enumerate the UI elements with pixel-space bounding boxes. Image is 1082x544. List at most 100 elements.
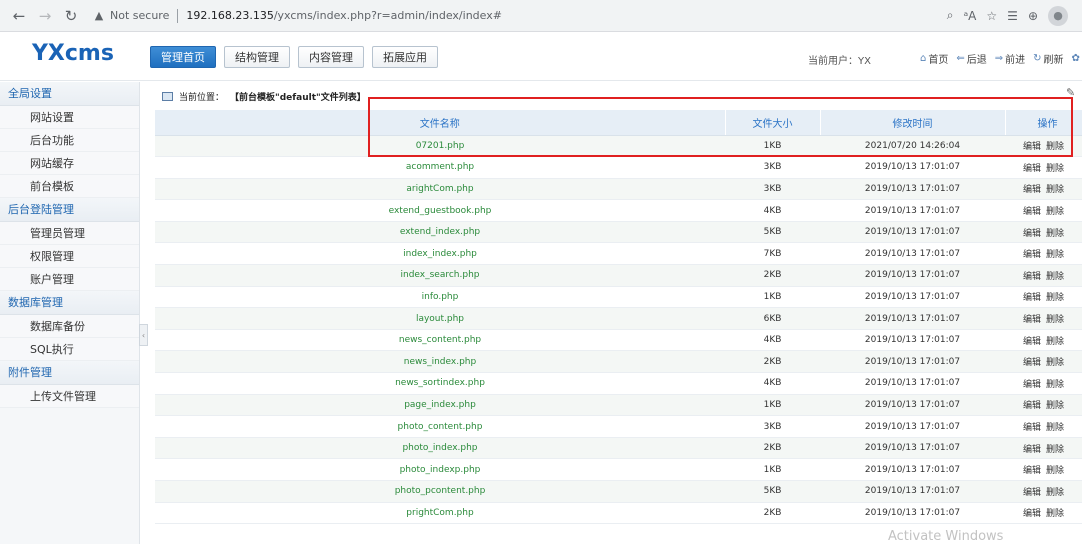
reload-icon[interactable]: ↻ bbox=[58, 3, 84, 29]
edit-link[interactable]: 编辑 bbox=[1023, 380, 1041, 390]
sidebar-collapse-handle[interactable]: ‹ bbox=[139, 324, 148, 346]
home-link[interactable]: ⌂ 首页 bbox=[920, 51, 948, 66]
delete-link[interactable]: 删除 bbox=[1046, 337, 1064, 347]
file-name[interactable]: layout.php bbox=[155, 307, 725, 330]
edit-link[interactable]: 编辑 bbox=[1023, 272, 1041, 282]
logo[interactable]: YXcms bbox=[32, 41, 114, 66]
file-name[interactable]: news_content.php bbox=[155, 329, 725, 352]
edit-link[interactable]: 编辑 bbox=[1023, 358, 1041, 368]
delete-link[interactable]: 删除 bbox=[1046, 358, 1064, 368]
tab-home[interactable]: 管理首页 bbox=[150, 46, 216, 68]
sidebar-group-database[interactable]: 数据库管理 bbox=[0, 291, 139, 315]
delete-link[interactable]: 删除 bbox=[1046, 423, 1064, 433]
edit-link[interactable]: 编辑 bbox=[1023, 293, 1041, 303]
delete-link[interactable]: 删除 bbox=[1046, 293, 1064, 303]
reading-list-icon[interactable]: ☰ bbox=[1007, 9, 1018, 23]
file-actions: 编辑 删除 bbox=[1005, 350, 1082, 374]
file-actions: 编辑 删除 bbox=[1005, 307, 1082, 330]
address-bar[interactable]: ▲ Not secure 192.168.23.135/yxcms/index.… bbox=[92, 4, 947, 28]
delete-link[interactable]: 删除 bbox=[1046, 315, 1064, 325]
sidebar-item-backend-functions[interactable]: 后台功能 bbox=[0, 129, 139, 152]
delete-link[interactable]: 删除 bbox=[1046, 185, 1064, 195]
file-size: 3KB bbox=[725, 156, 820, 179]
edit-link[interactable]: 编辑 bbox=[1023, 445, 1041, 455]
edit-link[interactable]: 编辑 bbox=[1023, 250, 1041, 260]
file-modified-time: 2019/10/13 17:01:07 bbox=[820, 156, 1005, 179]
forward-label: 前进 bbox=[1005, 55, 1026, 66]
file-name[interactable]: photo_content.php bbox=[155, 415, 725, 438]
file-name[interactable]: extend_guestbook.php bbox=[155, 199, 725, 222]
tab-content[interactable]: 内容管理 bbox=[298, 46, 364, 68]
file-name[interactable]: info.php bbox=[155, 286, 725, 309]
warning-icon[interactable]: ▲ bbox=[92, 9, 106, 23]
tab-structure[interactable]: 结构管理 bbox=[224, 46, 290, 68]
edit-link[interactable]: 编辑 bbox=[1023, 207, 1041, 217]
file-name[interactable]: photo_pcontent.php bbox=[155, 480, 725, 503]
file-name[interactable]: news_sortindex.php bbox=[155, 372, 725, 395]
forward-arrow-icon[interactable]: → bbox=[32, 3, 58, 29]
delete-link[interactable]: 删除 bbox=[1046, 445, 1064, 455]
tab-extensions[interactable]: 拓展应用 bbox=[372, 46, 438, 68]
edit-link[interactable]: 编辑 bbox=[1023, 315, 1041, 325]
delete-link[interactable]: 删除 bbox=[1046, 229, 1064, 239]
sidebar-item-frontend-templates[interactable]: 前台模板 bbox=[0, 175, 139, 198]
file-name[interactable]: photo_indexp.php bbox=[155, 458, 725, 481]
location-icon bbox=[162, 92, 173, 101]
refresh-link[interactable]: ↻ 刷新 bbox=[1033, 51, 1063, 66]
edit-link[interactable]: 编辑 bbox=[1023, 401, 1041, 411]
sidebar-item-site-cache[interactable]: 网站缓存 bbox=[0, 152, 139, 175]
file-modified-time: 2019/10/13 17:01:07 bbox=[820, 242, 1005, 266]
file-size: 1KB bbox=[725, 458, 820, 481]
delete-link[interactable]: 删除 bbox=[1046, 466, 1064, 476]
sidebar-item-database-backup[interactable]: 数据库备份 bbox=[0, 315, 139, 338]
settings-icon[interactable]: ✿ bbox=[1072, 51, 1080, 66]
file-actions: 编辑 删除 bbox=[1005, 264, 1082, 287]
favorite-star-icon[interactable]: ☆ bbox=[986, 9, 997, 23]
edit-link[interactable]: 编辑 bbox=[1023, 164, 1041, 174]
sidebar-group-backend-login[interactable]: 后台登陆管理 bbox=[0, 198, 139, 222]
delete-link[interactable]: 删除 bbox=[1046, 164, 1064, 174]
delete-link[interactable]: 删除 bbox=[1046, 509, 1064, 519]
sidebar-item-sql-execute[interactable]: SQL执行 bbox=[0, 338, 139, 361]
sidebar-item-account-management[interactable]: 账户管理 bbox=[0, 268, 139, 291]
delete-link[interactable]: 删除 bbox=[1046, 272, 1064, 282]
edit-link[interactable]: 编辑 bbox=[1023, 337, 1041, 347]
file-name[interactable]: photo_index.php bbox=[155, 437, 725, 460]
file-name[interactable]: acomment.php bbox=[155, 156, 725, 179]
edit-link[interactable]: 编辑 bbox=[1023, 185, 1041, 195]
highlight-box bbox=[368, 97, 1073, 157]
delete-link[interactable]: 删除 bbox=[1046, 380, 1064, 390]
translate-icon[interactable]: ᵃA bbox=[963, 9, 976, 23]
sidebar-group-attachments[interactable]: 附件管理 bbox=[0, 361, 139, 385]
edit-link[interactable]: 编辑 bbox=[1023, 466, 1041, 476]
edit-link[interactable]: 编辑 bbox=[1023, 509, 1041, 519]
delete-link[interactable]: 删除 bbox=[1046, 207, 1064, 217]
file-name[interactable]: extend_index.php bbox=[155, 221, 725, 244]
collections-icon[interactable]: ⊕ bbox=[1028, 9, 1038, 23]
sidebar-item-site-settings[interactable]: 网站设置 bbox=[0, 106, 139, 129]
file-actions: 编辑 删除 bbox=[1005, 156, 1082, 179]
edit-link[interactable]: 编辑 bbox=[1023, 423, 1041, 433]
edit-link[interactable]: 编辑 bbox=[1023, 229, 1041, 239]
file-name[interactable]: index_search.php bbox=[155, 264, 725, 287]
sidebar-item-uploaded-files[interactable]: 上传文件管理 bbox=[0, 385, 139, 408]
file-name[interactable]: page_index.php bbox=[155, 394, 725, 417]
delete-link[interactable]: 删除 bbox=[1046, 401, 1064, 411]
security-label[interactable]: Not secure bbox=[110, 9, 169, 22]
back-arrow-icon[interactable]: ← bbox=[6, 3, 32, 29]
table-row: acomment.php 3KB 2019/10/13 17:01:07 编辑 删除 bbox=[155, 156, 1082, 179]
profile-avatar-icon[interactable]: ● bbox=[1048, 5, 1068, 26]
file-name[interactable]: prightCom.php bbox=[155, 502, 725, 525]
delete-link[interactable]: 删除 bbox=[1046, 250, 1064, 260]
file-name[interactable]: news_index.php bbox=[155, 350, 725, 374]
file-name[interactable]: arightCom.php bbox=[155, 178, 725, 201]
back-link[interactable]: ⇐ 后退 bbox=[956, 51, 986, 66]
sidebar-item-admin-management[interactable]: 管理员管理 bbox=[0, 222, 139, 245]
sidebar-item-permission-management[interactable]: 权限管理 bbox=[0, 245, 139, 268]
sidebar-group-global-settings[interactable]: 全局设置 bbox=[0, 82, 139, 106]
forward-link[interactable]: ⇒ 前进 bbox=[995, 51, 1025, 66]
edit-link[interactable]: 编辑 bbox=[1023, 488, 1041, 498]
search-icon[interactable]: ⌕ bbox=[947, 8, 954, 23]
delete-link[interactable]: 删除 bbox=[1046, 488, 1064, 498]
file-name[interactable]: index_index.php bbox=[155, 242, 725, 266]
